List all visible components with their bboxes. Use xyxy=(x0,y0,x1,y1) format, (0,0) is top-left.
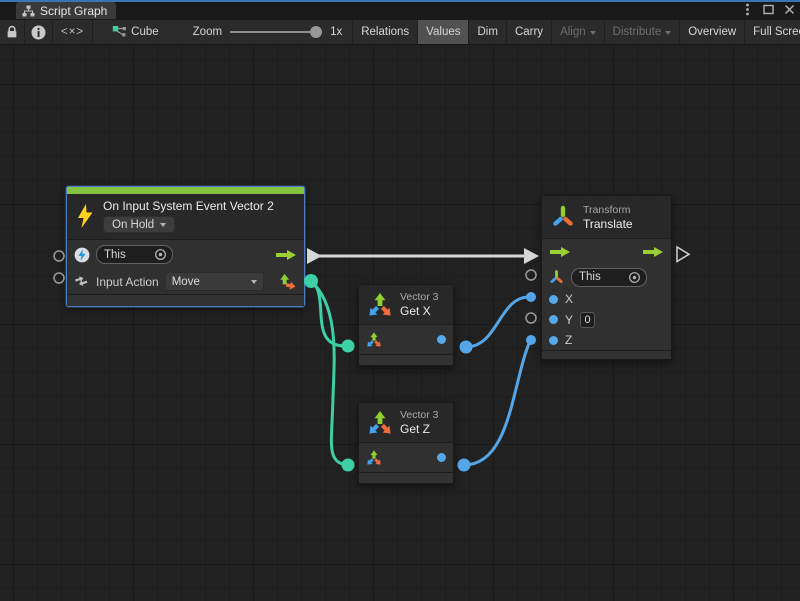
event-node-accent-strip xyxy=(67,187,304,194)
info-icon xyxy=(31,25,46,40)
maximize-icon[interactable] xyxy=(761,3,775,17)
zoom-slider-track xyxy=(230,31,322,33)
graph-hierarchy-icon xyxy=(22,5,35,17)
vector3-icon xyxy=(367,410,393,436)
node-category: Vector 3 xyxy=(400,409,439,421)
flow-output-port-icon[interactable] xyxy=(642,246,664,258)
node-footer xyxy=(359,354,453,365)
lightning-icon xyxy=(75,203,95,229)
zoom-value: 1x xyxy=(330,26,342,38)
y-value-input[interactable]: 0 xyxy=(580,312,595,328)
event-node-footer xyxy=(67,294,304,306)
node-category: Vector 3 xyxy=(400,291,439,303)
toolbar-button-fullscreen[interactable]: Full Screen xyxy=(745,20,800,44)
lock-icon xyxy=(6,25,18,39)
node-title: Get X xyxy=(400,304,439,318)
toolbar-button-distribute: Distribute xyxy=(605,20,681,44)
lock-button[interactable] xyxy=(0,20,25,44)
chevron-down-icon xyxy=(160,223,166,227)
event-node-title: On Input System Event Vector 2 xyxy=(103,199,274,213)
kebab-menu-icon[interactable] xyxy=(740,3,754,17)
node-vector3-get-z[interactable]: Vector 3 Get Z xyxy=(358,402,454,484)
port-z-label: Z xyxy=(565,333,572,347)
vector3-input-port-icon[interactable] xyxy=(366,332,382,348)
toolbar-button-carry[interactable]: Carry xyxy=(507,20,552,44)
node-vector3-get-x[interactable]: Vector 3 Get X xyxy=(358,284,454,366)
zoom-slider[interactable] xyxy=(230,26,322,38)
translate-target-field[interactable]: This xyxy=(571,268,647,287)
port-y-label: Y xyxy=(565,313,573,327)
node-footer xyxy=(359,472,453,483)
event-mode-dropdown[interactable]: On Hold xyxy=(103,216,175,233)
value-output-port[interactable] xyxy=(437,453,446,462)
preview-code-button[interactable]: <×> xyxy=(53,20,93,44)
zoom-control: Zoom 1x xyxy=(167,20,354,44)
tab-script-graph[interactable]: Script Graph xyxy=(16,2,116,19)
vector3-input-port-icon[interactable] xyxy=(366,450,382,466)
input-system-icon xyxy=(74,247,90,263)
graph-name: Cube xyxy=(131,26,159,38)
close-icon[interactable] xyxy=(782,3,796,17)
inspect-button[interactable] xyxy=(25,20,53,44)
node-transform-translate[interactable]: Transform Translate This xyxy=(541,195,672,360)
input-action-dropdown[interactable]: Move xyxy=(165,272,264,291)
zoom-slider-handle[interactable] xyxy=(310,26,322,38)
vector2-output-port-icon[interactable] xyxy=(278,272,297,291)
flow-input-port-icon[interactable] xyxy=(549,246,571,258)
input-action-icon xyxy=(74,274,90,289)
transform-port-icon[interactable] xyxy=(549,270,564,285)
graph-toolbar: <×> Cube Zoom 1x Relations Values Dim Ca… xyxy=(0,19,800,45)
toolbar-button-align: Align xyxy=(552,20,605,44)
node-category: Transform xyxy=(583,204,633,216)
target-picker-icon[interactable] xyxy=(154,248,167,261)
script-graph-window: Script Graph xyxy=(0,0,800,601)
flow-output-port-icon[interactable] xyxy=(275,249,297,261)
window-focus-strip xyxy=(0,0,800,2)
node-footer xyxy=(542,350,671,359)
target-picker-icon[interactable] xyxy=(628,271,641,284)
toolbar-button-overview[interactable]: Overview xyxy=(680,20,745,44)
event-node-body: This Input Action xyxy=(67,240,304,294)
chevron-down-icon xyxy=(251,280,257,284)
title-bar: Script Graph xyxy=(0,0,800,19)
graph-node-icon xyxy=(112,25,127,39)
vector3-icon xyxy=(367,292,393,318)
zoom-label: Zoom xyxy=(193,26,222,38)
value-output-port[interactable] xyxy=(437,335,446,344)
toolbar-button-values[interactable]: Values xyxy=(418,20,469,44)
x-input-port[interactable] xyxy=(549,295,558,304)
port-x-label: X xyxy=(565,292,573,306)
z-input-port[interactable] xyxy=(549,336,558,345)
toolbar-button-relations[interactable]: Relations xyxy=(353,20,418,44)
chevron-down-icon xyxy=(665,31,671,35)
graph-breadcrumb[interactable]: Cube xyxy=(93,20,167,44)
toolbar-button-dim[interactable]: Dim xyxy=(469,20,506,44)
input-action-label: Input Action xyxy=(96,275,159,289)
y-input-port[interactable] xyxy=(549,315,558,324)
code-glyph: <×> xyxy=(61,26,84,38)
node-title: Get Z xyxy=(400,422,439,436)
event-node-header: On Input System Event Vector 2 On Hold xyxy=(67,194,304,240)
node-title: Translate xyxy=(583,217,633,231)
window-controls xyxy=(740,0,796,19)
event-target-field[interactable]: This xyxy=(96,245,173,264)
node-on-input-system-event[interactable]: On Input System Event Vector 2 On Hold T… xyxy=(66,186,305,307)
tab-title: Script Graph xyxy=(40,4,107,18)
transform-icon xyxy=(550,204,576,230)
chevron-down-icon xyxy=(590,31,596,35)
